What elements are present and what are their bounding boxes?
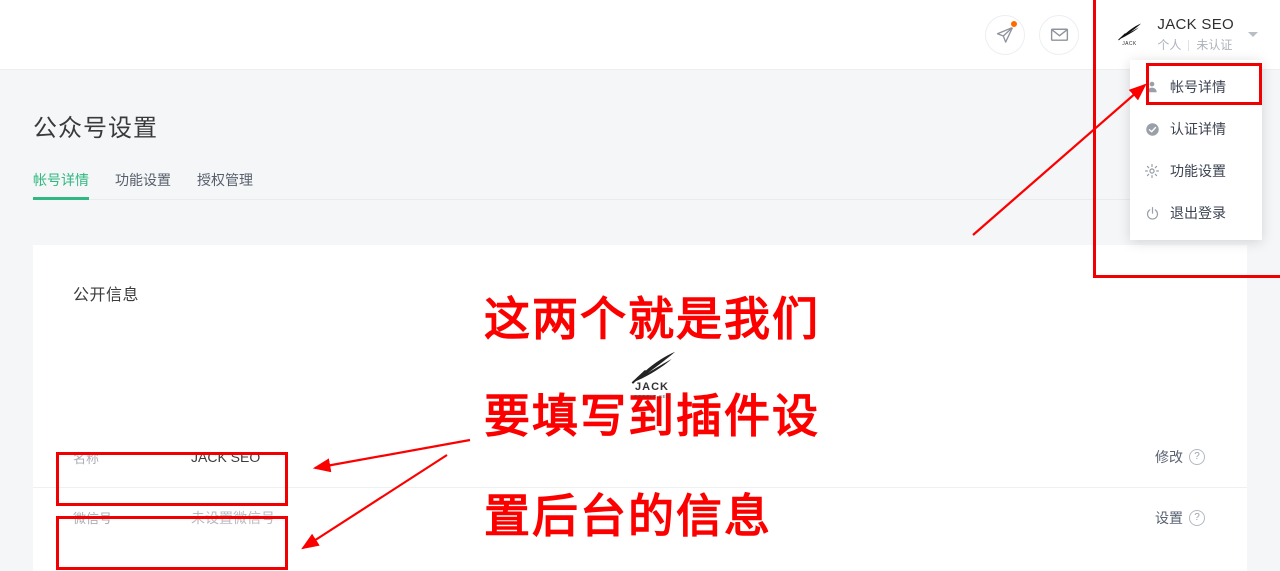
notification-dot	[1010, 19, 1019, 28]
dropdown-item-feature-settings[interactable]: 功能设置	[1130, 150, 1262, 192]
mail-icon-button[interactable]	[1039, 14, 1080, 55]
tab-feature-settings[interactable]: 功能设置	[115, 170, 171, 199]
info-row-wechat-id: 微信号 未设置微信号 设置 ?	[33, 487, 1247, 547]
tab-account-details[interactable]: 帐号详情	[33, 170, 89, 200]
info-row-name: 名称 JACK SEO 修改 ?	[33, 427, 1247, 487]
page-tabs: 帐号详情 功能设置 授权管理	[33, 166, 1247, 200]
user-text-block: JACK SEO 个人 未认证	[1157, 16, 1234, 53]
row-label: 名称	[73, 450, 100, 466]
user-menu-trigger[interactable]: JACK JACK SEO 个人 未认证	[1093, 7, 1272, 63]
row-action-label: 设置	[1155, 509, 1183, 526]
modify-button[interactable]: 修改 ?	[1155, 447, 1205, 467]
row-label: 微信号	[73, 511, 113, 526]
info-rows: 名称 JACK SEO 修改 ? 微信号 未设置微信号 设置 ?	[33, 427, 1247, 547]
setup-button[interactable]: 设置 ?	[1155, 508, 1205, 528]
avatar: JACK	[1111, 17, 1147, 53]
avatar-mark-label: JACK	[1122, 41, 1137, 47]
send-icon	[995, 25, 1015, 45]
user-subtitle: 个人 未认证	[1157, 38, 1234, 53]
header-actions: JACK JACK SEO 个人 未认证	[985, 7, 1280, 63]
feather-logo-icon	[1118, 23, 1142, 41]
dropdown-item-logout[interactable]: 退出登录	[1130, 192, 1262, 234]
dropdown-item-label: 功能设置	[1170, 163, 1226, 179]
user-subtitle-divider	[1188, 39, 1190, 51]
card-heading: 公开信息	[73, 287, 140, 304]
dropdown-item-account-details[interactable]: 帐号详情	[1130, 66, 1262, 108]
help-icon[interactable]: ?	[1189, 509, 1205, 526]
send-icon-button[interactable]	[985, 14, 1026, 55]
user-account-type: 个人	[1157, 37, 1182, 52]
row-value: 未设置微信号	[191, 509, 275, 526]
chevron-down-icon[interactable]	[1248, 32, 1258, 37]
page-title: 公众号设置	[33, 115, 158, 142]
public-info-card: 公开信息 名称 JACK SEO 修改 ? 微信号 未设置微信号 设置 ?	[33, 245, 1247, 571]
mail-icon	[1049, 24, 1070, 45]
tab-authorization-management[interactable]: 授权管理	[197, 170, 253, 199]
dropdown-item-verification-details[interactable]: 认证详情	[1130, 108, 1262, 150]
user-icon	[1144, 79, 1160, 95]
dropdown-item-label: 帐号详情	[1170, 79, 1226, 95]
row-value: JACK SEO	[191, 449, 261, 465]
top-header: JACK JACK SEO 个人 未认证	[0, 0, 1280, 70]
power-icon	[1144, 205, 1160, 221]
user-dropdown-menu[interactable]: 帐号详情 认证详情 功能设置 退出登录	[1130, 60, 1262, 240]
check-circle-icon	[1144, 121, 1160, 137]
app-root: JACK JACK SEO 个人 未认证 帐号详情 认证详情 功能设置 退出登录…	[0, 0, 1280, 571]
dropdown-item-label: 认证详情	[1170, 121, 1226, 137]
arrow-to-account-details	[972, 83, 1147, 236]
user-name: JACK SEO	[1157, 16, 1234, 34]
user-verify-status: 未认证	[1196, 37, 1233, 52]
gear-icon	[1144, 163, 1160, 179]
row-action-label: 修改	[1155, 449, 1183, 465]
dropdown-item-label: 退出登录	[1170, 205, 1226, 221]
help-icon[interactable]: ?	[1189, 449, 1205, 465]
